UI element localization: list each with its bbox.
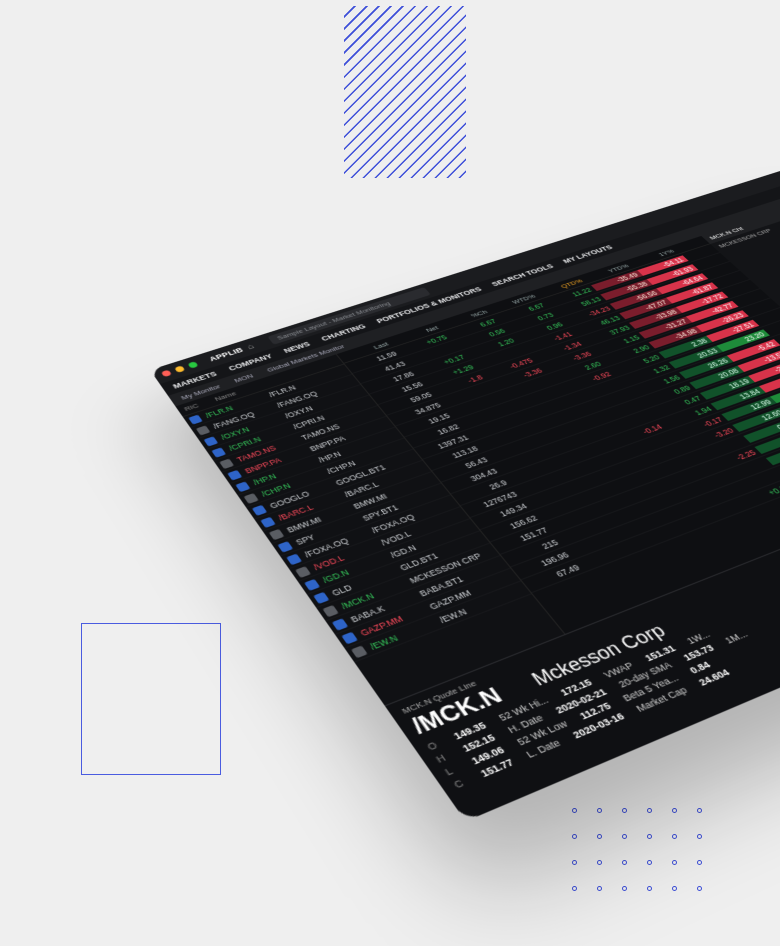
instrument-type-icon — [252, 504, 267, 515]
instrument-type-icon — [211, 447, 226, 457]
maximize-window-icon[interactable] — [187, 361, 198, 368]
perspective-stage: APPLIB ⌂ Sample Layout - Market Monitori… — [0, 0, 780, 946]
instrument-type-icon — [268, 529, 284, 540]
instrument-type-icon — [341, 631, 358, 644]
ric-column-header[interactable]: RIC — [183, 402, 201, 412]
ohlc-label: H — [434, 751, 452, 765]
minimize-window-icon[interactable] — [174, 365, 185, 372]
instrument-type-icon — [227, 470, 242, 481]
quote-label — [738, 661, 746, 670]
instrument-type-icon — [188, 414, 203, 424]
instrument-type-icon — [351, 645, 368, 658]
ohlc-label: L — [443, 763, 461, 777]
instrument-type-icon — [219, 458, 234, 468]
instrument-type-icon — [277, 541, 293, 552]
instrument-type-icon — [243, 493, 258, 504]
ohlc-label: O — [425, 738, 443, 752]
instrument-type-icon — [295, 566, 311, 578]
close-window-icon[interactable] — [161, 370, 172, 378]
instrument-type-icon — [196, 425, 211, 435]
instrument-type-icon — [235, 481, 250, 492]
instrument-type-icon — [304, 579, 320, 591]
instrument-type-icon — [203, 436, 218, 446]
instrument-type-icon — [286, 553, 302, 565]
app-window: APPLIB ⌂ Sample Layout - Market Monitori… — [150, 168, 780, 821]
home-icon[interactable]: ⌂ — [245, 342, 256, 351]
ohlc-label: C — [452, 776, 470, 791]
instrument-type-icon — [331, 618, 348, 630]
quote-label — [719, 654, 727, 663]
instrument-type-icon — [322, 605, 338, 617]
instrument-type-icon — [260, 516, 276, 527]
instrument-type-icon — [313, 591, 329, 603]
